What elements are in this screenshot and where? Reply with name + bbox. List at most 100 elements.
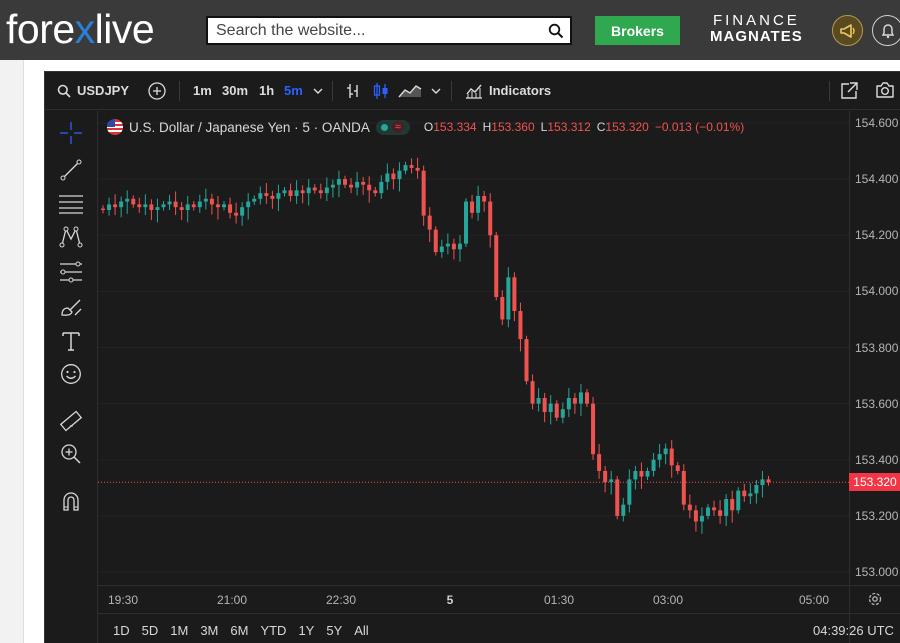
range-button-1d[interactable]: 1D <box>113 623 130 638</box>
toolbar-divider <box>829 81 830 101</box>
candle <box>252 198 257 202</box>
pattern-tool-icon[interactable] <box>57 223 85 251</box>
candle <box>560 409 565 418</box>
forexlive-logo[interactable]: forexlive <box>6 5 155 53</box>
range-button-6m[interactable]: 6M <box>230 623 248 638</box>
search-input[interactable] <box>208 18 542 43</box>
candle <box>476 195 481 213</box>
symbol-search[interactable]: USDJPY <box>57 72 129 109</box>
price-axis-label: 154.400 <box>855 172 899 187</box>
candle <box>470 201 475 213</box>
price-chart[interactable] <box>98 111 849 585</box>
brokers-button[interactable]: Brokers <box>595 16 680 45</box>
candle <box>457 243 462 250</box>
candle <box>203 198 208 202</box>
timeframe-30m[interactable]: 30m <box>222 72 248 109</box>
settings-icon[interactable] <box>867 591 883 612</box>
candle <box>270 195 275 199</box>
candle <box>536 398 541 404</box>
market-status-badge[interactable]: ≈ <box>375 119 410 135</box>
candle <box>421 170 426 216</box>
candle <box>367 184 372 191</box>
timeframe-5m[interactable]: 5m <box>284 72 303 109</box>
range-button-5y[interactable]: 5Y <box>326 623 342 638</box>
megaphone-icon[interactable] <box>832 15 863 46</box>
candle <box>748 493 753 497</box>
symbol-description[interactable]: U.S. Dollar / Japanese Yen · 5 · OANDA <box>129 120 370 135</box>
candle <box>663 448 668 455</box>
magnet-icon[interactable] <box>57 487 85 515</box>
candle <box>566 398 571 410</box>
change-value: −0.013 (−0.01%) <box>654 120 745 134</box>
candle <box>391 173 396 180</box>
bar-style-icon[interactable] <box>345 72 361 109</box>
candle <box>101 208 105 210</box>
horizontal-lines-icon[interactable] <box>57 190 85 218</box>
high-label: H <box>482 120 492 134</box>
candle <box>500 296 505 320</box>
site-search <box>206 16 572 45</box>
timeframe-1m[interactable]: 1m <box>193 72 212 109</box>
candle <box>603 470 608 483</box>
emoji-icon[interactable] <box>57 360 85 388</box>
candle <box>318 190 323 194</box>
candle <box>209 198 214 205</box>
divider <box>849 111 850 643</box>
brush-icon[interactable] <box>57 293 85 321</box>
divider <box>98 613 900 614</box>
range-button-ytd[interactable]: YTD <box>260 623 286 638</box>
ohlc-values: O153.334 H153.360 L153.312 C153.320 −0.0… <box>424 120 744 134</box>
candle <box>282 190 287 194</box>
range-button-5d[interactable]: 5D <box>142 623 159 638</box>
candle <box>161 204 166 208</box>
range-button-1y[interactable]: 1Y <box>298 623 314 638</box>
candle <box>645 470 650 477</box>
candle <box>113 204 118 208</box>
crosshair-icon[interactable] <box>57 119 85 147</box>
chevron-down-icon[interactable] <box>431 72 441 109</box>
compare-add-icon[interactable] <box>147 72 167 109</box>
utc-clock[interactable]: 04:39:26 UTC <box>813 623 894 638</box>
candle <box>234 212 239 216</box>
logo-text-1: fore <box>6 6 75 52</box>
open-external-icon[interactable] <box>840 72 858 109</box>
range-button-1m[interactable]: 1M <box>170 623 188 638</box>
candle <box>766 479 771 483</box>
drawing-toolbar <box>45 111 97 601</box>
range-button-all[interactable]: All <box>354 623 368 638</box>
high-value: 153.360 <box>491 120 535 134</box>
trend-line-icon[interactable] <box>57 156 85 184</box>
indicators-button[interactable]: Indicators <box>465 72 551 109</box>
candle <box>706 507 710 516</box>
search-icon[interactable] <box>542 18 570 43</box>
candle <box>336 179 341 185</box>
candle <box>179 207 184 210</box>
candle <box>300 190 305 194</box>
chart-toolbar: USDJPY 1m 30m 1h 5m Indicators <box>45 72 900 110</box>
indicators-icon <box>466 84 482 99</box>
candle <box>276 193 281 199</box>
candle <box>464 201 468 244</box>
candle <box>591 403 596 455</box>
candle <box>621 504 626 516</box>
range-button-3m[interactable]: 3M <box>200 623 218 638</box>
page-sidebar-gutter <box>0 60 24 643</box>
zoom-in-icon[interactable] <box>57 440 85 468</box>
candle <box>107 204 112 210</box>
finance-magnates-logo[interactable]: FINANCE MAGNATES <box>710 13 803 45</box>
indicators-label: Indicators <box>489 83 552 98</box>
candle <box>712 507 717 511</box>
area-chart-icon[interactable] <box>398 72 422 109</box>
fib-tool-icon[interactable] <box>57 258 85 286</box>
bell-icon[interactable] <box>872 15 900 46</box>
site-header: forexlive Brokers FINANCE MAGNATES <box>0 0 900 60</box>
timeframe-1h[interactable]: 1h <box>259 72 274 109</box>
chevron-down-icon[interactable] <box>313 72 323 109</box>
candle <box>736 490 741 511</box>
open-label: O <box>423 120 434 134</box>
candles-icon[interactable] <box>373 72 389 109</box>
camera-icon[interactable] <box>875 72 895 109</box>
ruler-icon[interactable] <box>57 407 85 435</box>
text-tool-icon[interactable] <box>57 327 85 355</box>
candle <box>397 170 402 180</box>
